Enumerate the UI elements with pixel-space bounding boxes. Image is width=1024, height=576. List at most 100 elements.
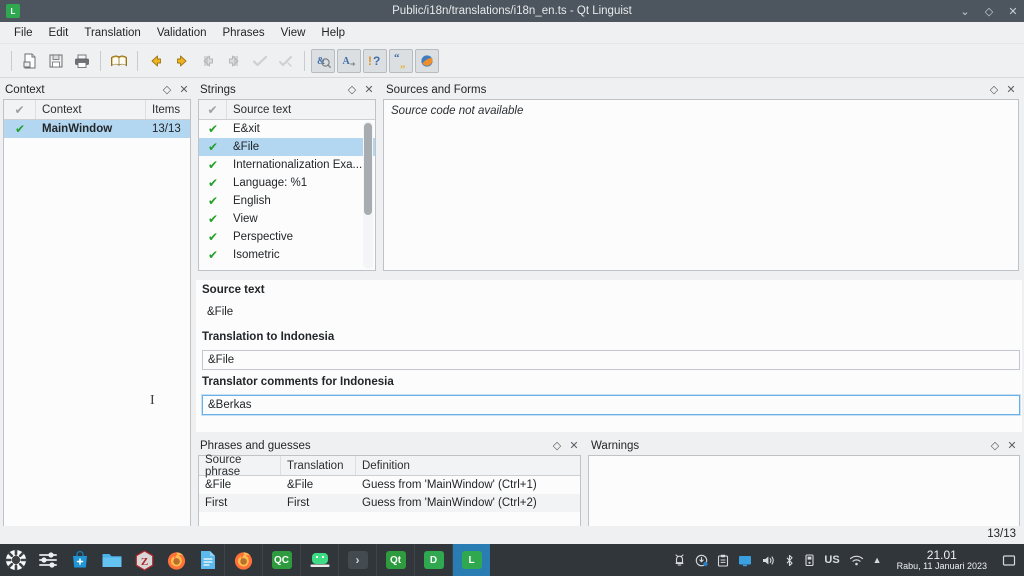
zotero-icon[interactable]: Z <box>128 544 160 576</box>
translator-comments-label: Translator comments for Indonesia <box>202 376 394 388</box>
row-status: ✔ <box>199 174 227 192</box>
close-icon[interactable]: ✕ <box>362 83 376 97</box>
terminal-window[interactable]: › <box>338 544 376 576</box>
validate-ending-punctuation-icon[interactable]: ! ? <box>363 48 387 73</box>
check-icon: ✔ <box>207 176 219 190</box>
status-bar: 13/13 <box>0 526 1024 544</box>
menu-file[interactable]: File <box>6 24 41 42</box>
table-row[interactable]: ✔ E&xit <box>199 120 375 138</box>
clock[interactable]: 21.01 Rabu, 11 Januari 2023 <box>897 549 987 571</box>
menu-translation[interactable]: Translation <box>76 24 148 42</box>
column-status[interactable]: ✔ <box>199 100 227 119</box>
translation-label: Translation to Indonesia <box>202 331 335 343</box>
open-phrase-book-icon[interactable] <box>107 49 131 73</box>
accelerator-icon[interactable] <box>274 49 298 73</box>
source-code-view[interactable]: Source code not available <box>383 99 1019 271</box>
designer-window[interactable]: D <box>414 544 452 576</box>
scrollbar-thumb[interactable] <box>364 123 372 215</box>
text-cursor-icon: I <box>150 393 155 408</box>
save-icon[interactable] <box>44 49 68 73</box>
prev-icon[interactable] <box>144 49 168 73</box>
validate-phrase-matches-icon[interactable]: “ „ <box>389 48 413 73</box>
display-icon[interactable] <box>738 554 752 567</box>
menu-validation[interactable]: Validation <box>149 24 215 42</box>
print-icon[interactable] <box>70 49 94 73</box>
wifi-icon[interactable] <box>849 554 864 567</box>
table-row[interactable]: ✔ Internationalization Exa... <box>199 156 375 174</box>
updates-icon[interactable] <box>695 554 709 567</box>
clipboard-icon[interactable] <box>717 554 729 567</box>
maximize-icon[interactable]: ◇ <box>982 4 996 18</box>
android-studio-window[interactable] <box>300 544 338 576</box>
translation-input[interactable]: &File <box>202 350 1020 370</box>
column-context[interactable]: Context <box>36 100 146 119</box>
table-row[interactable]: ✔ MainWindow 13/13 <box>4 120 190 138</box>
warnings-list[interactable] <box>588 455 1020 530</box>
float-icon[interactable]: ◇ <box>345 83 359 97</box>
app-menu-icon[interactable] <box>0 544 32 576</box>
table-row[interactable]: ✔ View <box>199 210 375 228</box>
close-icon[interactable]: ✕ <box>177 83 191 97</box>
open-icon[interactable] <box>18 49 42 73</box>
table-row[interactable]: ✔ Language: %1 <box>199 174 375 192</box>
prev-unfinished-icon[interactable] <box>196 49 220 73</box>
translator-comments-input[interactable]: &Berkas <box>202 395 1020 415</box>
float-icon[interactable]: ◇ <box>160 83 174 97</box>
check-icon: ✔ <box>207 194 219 208</box>
table-row[interactable]: First First Guess from 'MainWindow' (Ctr… <box>199 494 580 512</box>
phrases-table: Source phrase Translation Definition &Fi… <box>198 454 581 530</box>
check-icon: ✔ <box>207 248 219 262</box>
keyboard-layout[interactable]: US <box>824 554 839 566</box>
strings-scrollbar[interactable] <box>363 121 373 269</box>
show-hidden-icon[interactable]: ▲ <box>873 555 882 565</box>
table-row[interactable]: &File &File Guess from 'MainWindow' (Ctr… <box>199 476 580 494</box>
sources-panel-title: Sources and Forms <box>386 83 487 96</box>
close-icon[interactable]: ✕ <box>567 439 581 453</box>
validate-accelerators-icon[interactable]: & <box>311 48 335 73</box>
column-source-text[interactable]: Source text <box>227 100 375 119</box>
column-source-phrase[interactable]: Source phrase <box>199 454 281 478</box>
firefox-window[interactable] <box>224 544 262 576</box>
table-row[interactable]: ✔ Perspective <box>199 228 375 246</box>
taskbar: Z QC › Qt D L US ▲ 21.01 Rabu, 11 Januar… <box>0 544 1024 576</box>
text-editor-icon[interactable] <box>192 544 224 576</box>
menu-phrases[interactable]: Phrases <box>214 24 272 42</box>
close-icon[interactable]: ✕ <box>1004 83 1018 97</box>
menu-view[interactable]: View <box>273 24 314 42</box>
file-manager-icon[interactable] <box>96 544 128 576</box>
done-and-next-icon[interactable] <box>248 49 272 73</box>
close-icon[interactable]: ✕ <box>1006 4 1020 18</box>
qt-designer-window[interactable]: Qt <box>376 544 414 576</box>
menu-help[interactable]: Help <box>313 24 353 42</box>
float-icon[interactable]: ◇ <box>550 439 564 453</box>
removable-device-icon[interactable] <box>804 553 815 567</box>
source-code-message: Source code not available <box>391 105 524 117</box>
next-unfinished-icon[interactable] <box>222 49 246 73</box>
qt-linguist-window-task[interactable]: L <box>452 544 490 576</box>
strings-table: ✔ Source text ✔ E&xit ✔ &File ✔ Internat… <box>198 99 376 271</box>
notifications-icon[interactable] <box>673 553 686 567</box>
qt-creator-window[interactable]: QC <box>262 544 300 576</box>
float-icon[interactable]: ◇ <box>988 439 1002 453</box>
column-items[interactable]: Items <box>146 100 190 119</box>
validate-place-markers-icon[interactable] <box>415 48 439 73</box>
close-icon[interactable]: ✕ <box>1005 439 1019 453</box>
column-definition[interactable]: Definition <box>356 456 580 475</box>
sources-panel-titlebar: Sources and Forms ◇ ✕ <box>381 80 1021 99</box>
column-status[interactable]: ✔ <box>4 100 36 119</box>
firefox-icon[interactable] <box>160 544 192 576</box>
table-row[interactable]: ✔ &File <box>199 138 375 156</box>
float-icon[interactable]: ◇ <box>987 83 1001 97</box>
volume-icon[interactable] <box>761 554 775 567</box>
table-row[interactable]: ✔ Isometric <box>199 246 375 264</box>
column-translation[interactable]: Translation <box>281 456 356 475</box>
minimize-icon[interactable]: ⌄ <box>958 4 972 18</box>
software-store-icon[interactable] <box>64 544 96 576</box>
menu-edit[interactable]: Edit <box>41 24 77 42</box>
settings-icon[interactable] <box>32 544 64 576</box>
validate-surrounding-whitespace-icon[interactable]: A <box>337 48 361 73</box>
table-row[interactable]: ✔ English <box>199 192 375 210</box>
show-desktop-icon[interactable] <box>1002 554 1016 567</box>
next-icon[interactable] <box>170 49 194 73</box>
bluetooth-icon[interactable] <box>784 554 795 567</box>
